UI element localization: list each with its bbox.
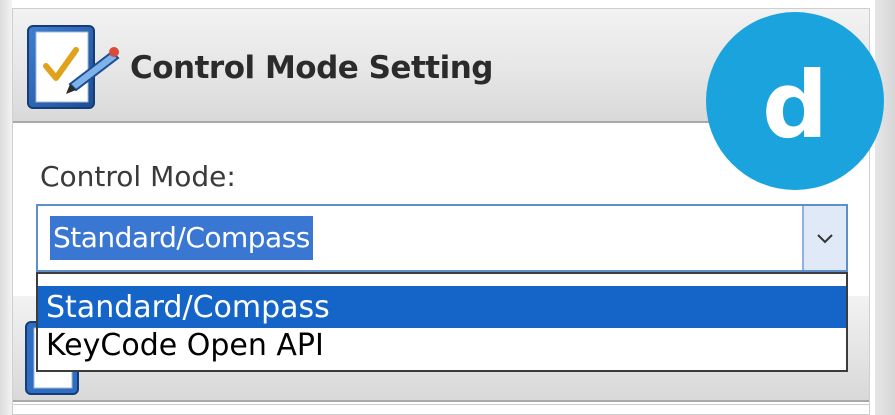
dropdown-option-keycode-open-api[interactable]: KeyCode Open API	[38, 326, 846, 370]
chevron-down-icon	[817, 234, 833, 244]
dropdown-option-standard-compass[interactable]: Standard/Compass	[38, 286, 846, 328]
step-badge: d	[706, 12, 884, 190]
window-left-edge	[0, 0, 12, 415]
control-mode-combobox[interactable]: Standard/Compass	[36, 204, 848, 272]
control-mode-dropdown-list: Standard/Compass KeyCode Open API	[36, 272, 848, 372]
panel-title: Control Mode Setting	[130, 50, 493, 86]
divider	[13, 404, 869, 405]
control-mode-selected-value[interactable]: Standard/Compass	[50, 216, 313, 260]
checklist-pen-icon	[27, 25, 120, 109]
dropdown-button[interactable]	[802, 206, 846, 270]
control-mode-label: Control Mode:	[40, 160, 236, 193]
step-badge-letter: d	[762, 52, 828, 159]
